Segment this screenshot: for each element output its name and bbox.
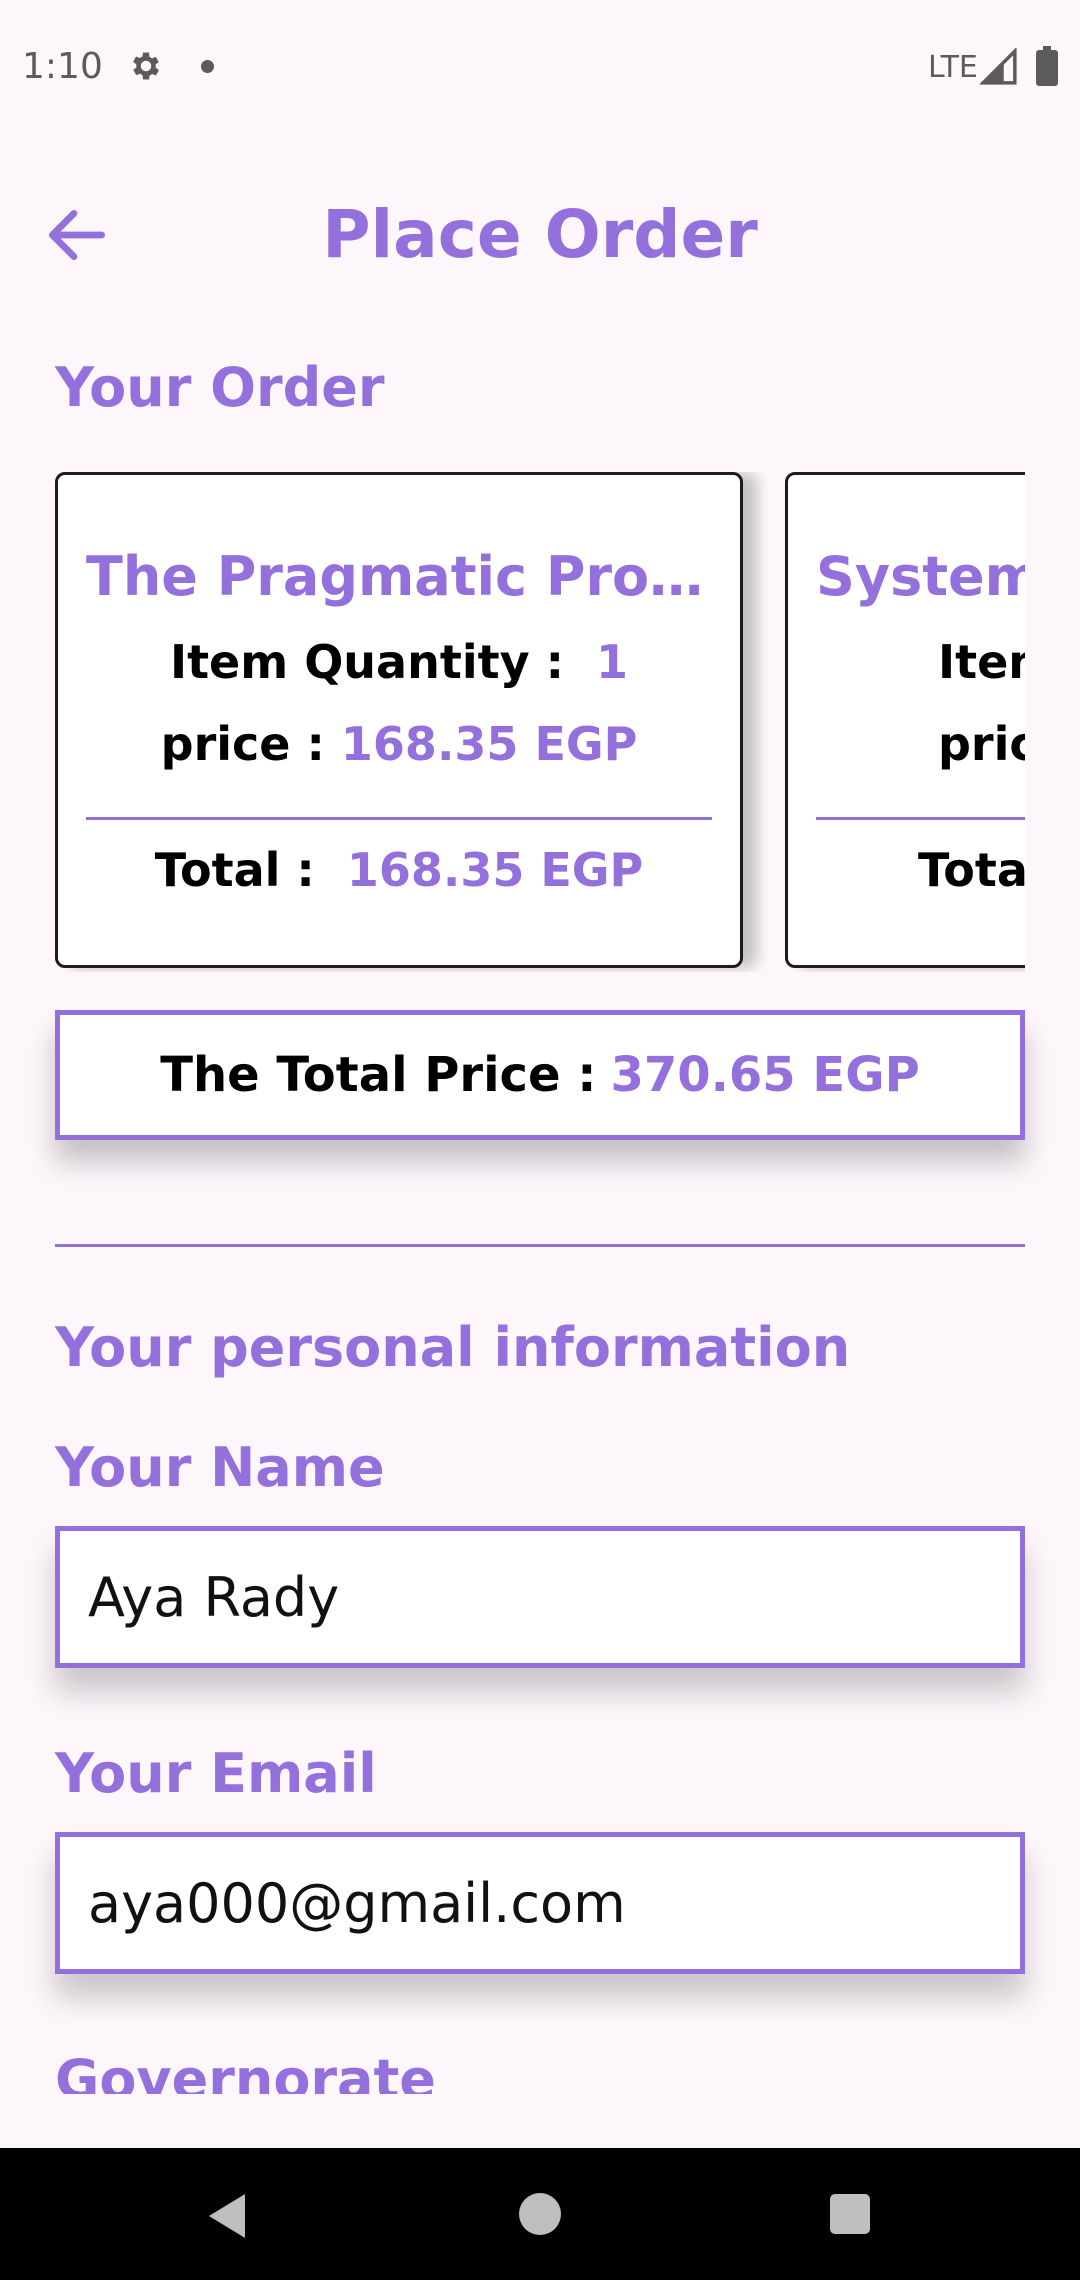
item-total-value: 168.35 EGP — [346, 843, 644, 897]
item-total-label: Total — [918, 843, 1025, 897]
settings-gear-icon — [133, 52, 159, 80]
item-total-row: Total — [918, 843, 1025, 897]
system-nav-bar — [0, 2148, 1080, 2280]
nav-back-icon[interactable] — [205, 2192, 249, 2240]
name-field[interactable] — [55, 1526, 1025, 1668]
item-title: System — [816, 545, 1025, 608]
signal-icon — [980, 48, 1017, 85]
item-price-row: pric — [938, 717, 1025, 771]
item-price-value: 168.35 EGP — [340, 717, 638, 771]
email-field[interactable] — [55, 1832, 1025, 1974]
governorate-label: Governorate — [55, 2048, 436, 2094]
order-section-title: Your Order — [55, 356, 385, 419]
section-divider — [55, 1244, 1025, 1247]
personal-info-title: Your personal information — [55, 1316, 851, 1379]
item-quantity-label: Item Quantity : — [169, 635, 564, 689]
card-divider — [86, 817, 712, 820]
carousel-track: The Pragmatic Programmer Item Quantity :… — [55, 472, 1025, 972]
total-price-value: 370.65 EGP — [610, 1047, 920, 1103]
total-price-box: The Total Price : 370.65 EGP — [55, 1010, 1025, 1140]
item-price-label: pric — [938, 717, 1025, 771]
card-divider — [816, 817, 1025, 820]
total-price-label: The Total Price : — [160, 1047, 597, 1103]
item-total-row: Total : 168.35 EGP — [86, 843, 712, 897]
app-bar: Place Order — [0, 170, 1080, 300]
battery-icon — [1036, 46, 1058, 86]
page-title: Place Order — [322, 196, 758, 273]
nav-recents-icon[interactable] — [830, 2194, 870, 2234]
order-items-carousel[interactable]: The Pragmatic Programmer Item Quantity :… — [55, 472, 1025, 972]
nav-home-icon[interactable] — [519, 2193, 561, 2235]
status-time: 1:10 — [22, 46, 103, 87]
order-item-card[interactable]: The Pragmatic Programmer Item Quantity :… — [55, 472, 743, 968]
order-item-card[interactable]: System Item pric Total — [785, 472, 1025, 968]
item-quantity-value: 1 — [596, 635, 629, 689]
item-quantity-label: Item — [938, 635, 1025, 689]
item-quantity-row: Item — [938, 635, 1025, 689]
network-type: LTE — [928, 50, 978, 85]
name-label: Your Name — [55, 1436, 385, 1499]
status-bar: 1:10 LTE — [0, 0, 1080, 134]
governorate-label-clip: Governorate — [55, 2048, 655, 2094]
item-quantity-row: Item Quantity : 1 — [86, 635, 712, 689]
item-price-row: price : 168.35 EGP — [86, 717, 712, 771]
email-label: Your Email — [55, 1742, 377, 1805]
item-title: The Pragmatic Programmer — [86, 545, 712, 608]
item-price-label: price : — [160, 717, 325, 771]
notification-dot-icon — [201, 60, 214, 73]
item-total-label: Total : — [154, 843, 315, 897]
